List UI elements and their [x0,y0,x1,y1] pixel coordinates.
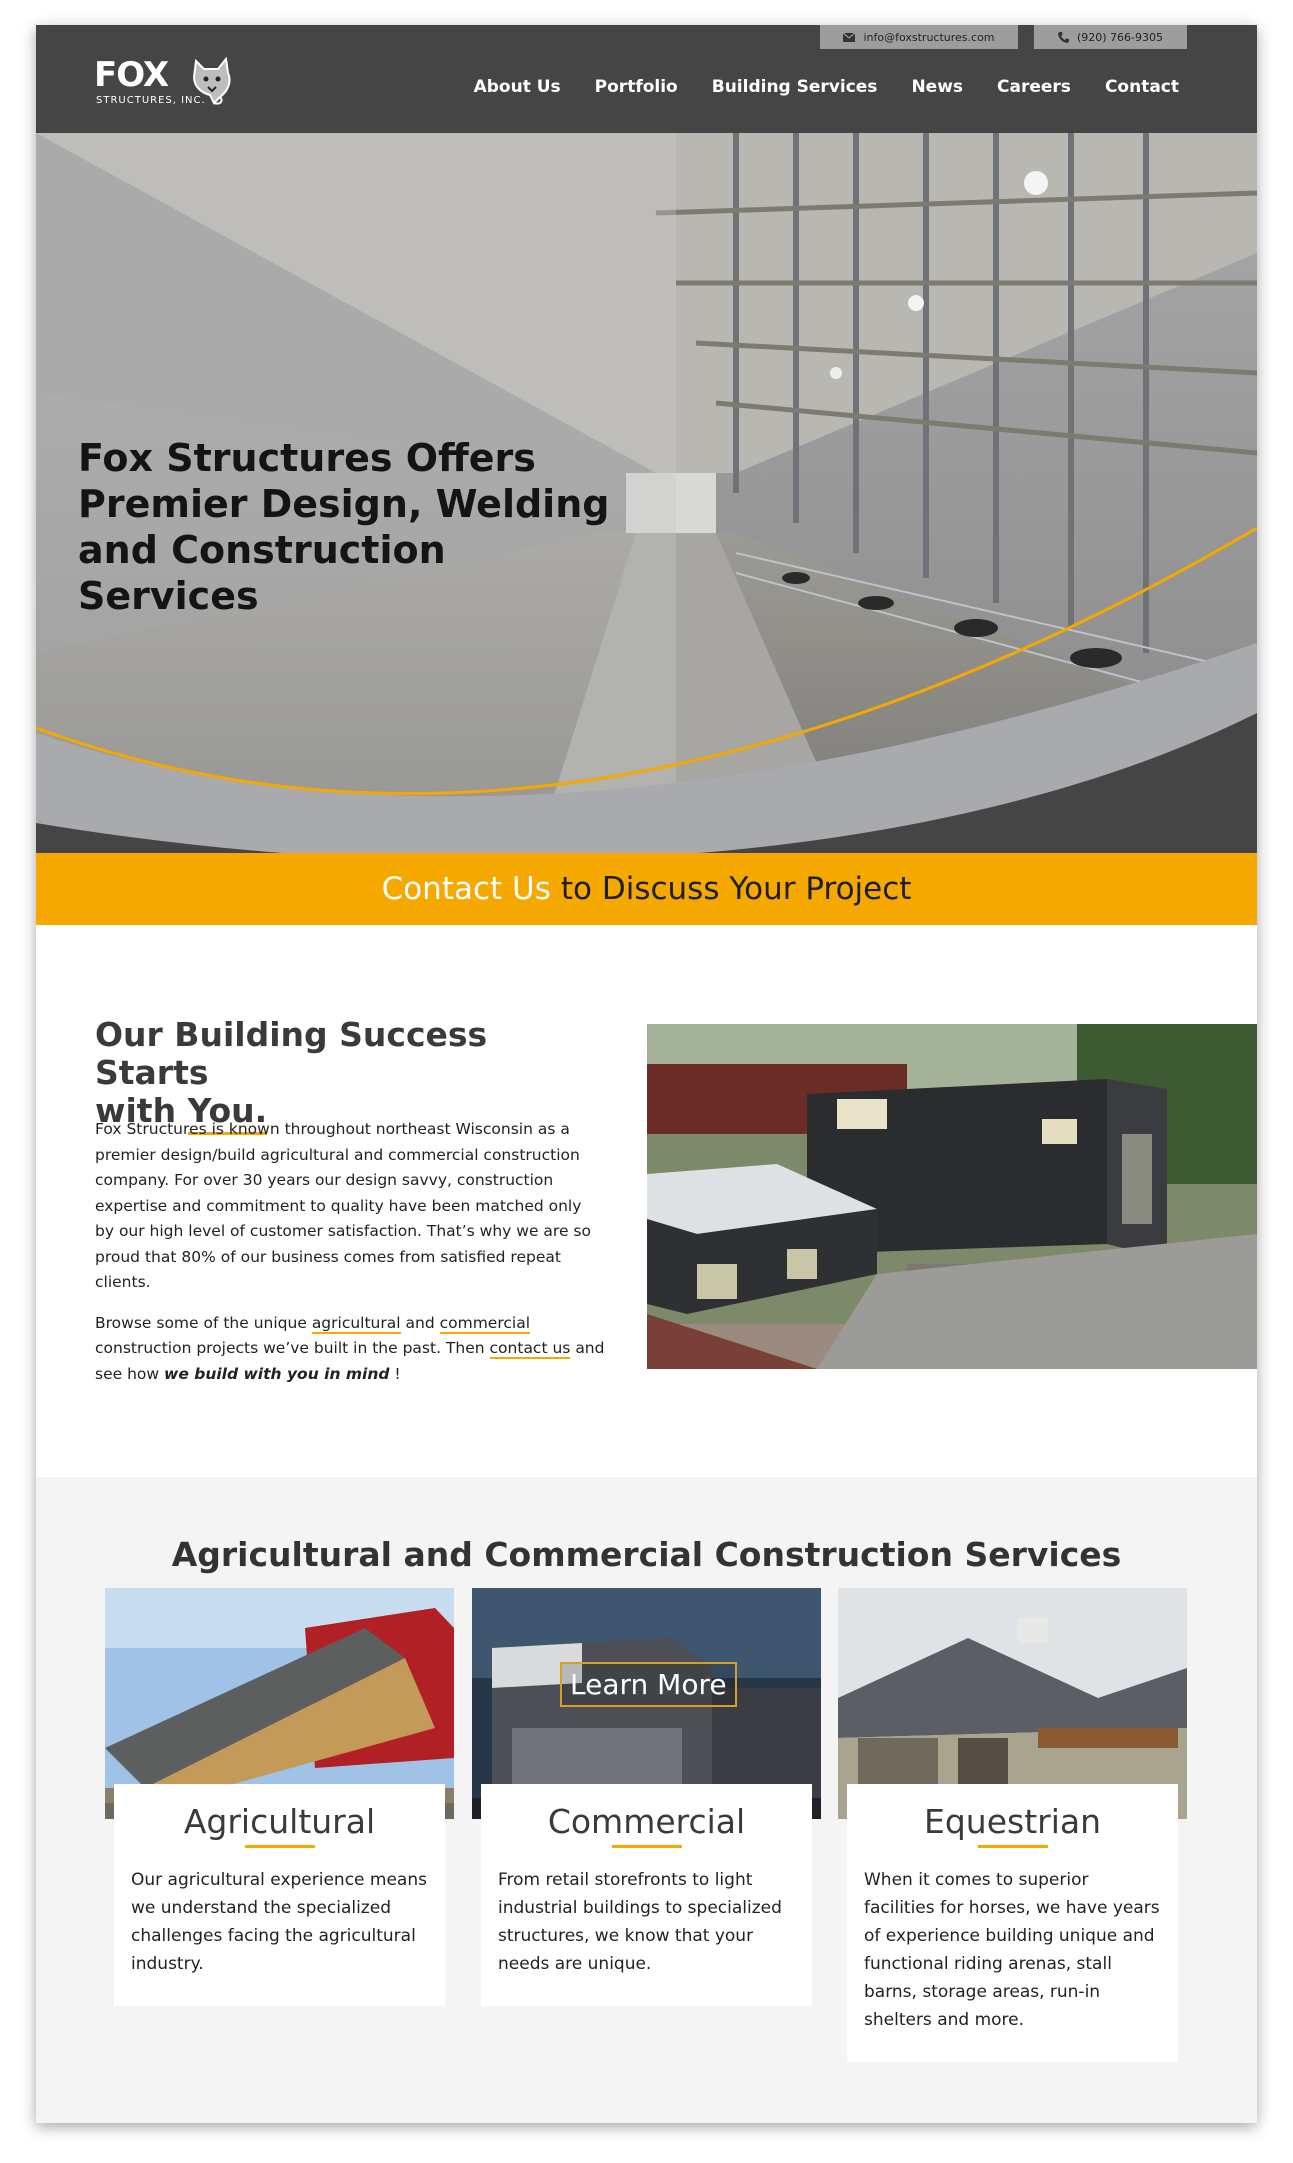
card-title-underline [977,1845,1048,1848]
nav-portfolio[interactable]: Portfolio [595,77,678,97]
nav-careers[interactable]: Careers [997,77,1071,97]
contact-cta-banner: Contact Us to Discuss Your Project [36,853,1257,925]
intro-building-image [647,1024,1257,1369]
agricultural-card-box: Agricultural Our agricultural experience… [114,1784,445,2006]
nav-contact[interactable]: Contact [1105,77,1179,97]
phone-text: (920) 766-9305 [1076,30,1164,44]
intro-paragraph-2: Browse some of the unique agricultural a… [95,1311,605,1388]
envelope-icon [843,32,856,42]
topbar-phone[interactable]: (920) 766-9305 [1034,25,1187,49]
phone-icon [1057,31,1069,43]
equestrian-card-box: Equestrian When it comes to superior fac… [847,1784,1178,2062]
hero-title: Fox Structures Offers Premier Design, We… [78,436,610,618]
commercial-link[interactable]: commercial [439,1313,531,1334]
card-text: From retail storefronts to light industr… [498,1870,782,1974]
card-title: Agricultural [183,1802,376,1841]
card-title: Commercial [547,1802,746,1841]
nav-building-services[interactable]: Building Services [712,77,878,97]
fox-head-icon [192,57,231,105]
card-text: When it comes to superior facilities for… [864,1870,1160,2030]
agricultural-link[interactable]: agricultural [311,1313,401,1334]
nav-about-us[interactable]: About Us [474,77,561,97]
nav-news[interactable]: News [911,77,963,97]
card-title: Equestrian [923,1802,1102,1841]
card-text: Our agricultural experience means we und… [131,1870,427,1974]
intro-text: Browse some of the unique [95,1313,307,1332]
intro-body: Fox Structures is known throughout north… [95,1117,605,1387]
commercial-card-box: Commercial From retail storefronts to li… [481,1784,812,2006]
building-photo [647,1024,1257,1369]
services-title: Agricultural and Commercial Construction… [171,1535,1122,1574]
intro-paragraph-1: Fox Structures is known throughout north… [95,1120,591,1291]
logo-wordmark: FOX [94,55,169,95]
email-text: info@foxstructures.com [863,30,995,44]
main-nav: About Us Portfolio Building Services New… [474,77,1179,97]
hero-banner: Fox Structures Offers Premier Design, We… [36,133,1257,853]
contact-us-link[interactable]: Contact Us [382,871,551,907]
contact-us-inline-link[interactable]: contact us [489,1339,571,1359]
learn-more-button[interactable]: Learn More [560,1662,737,1707]
site-header: info@foxstructures.com (920) 766-9305 FO… [36,25,1257,133]
intro-text: construction projects we’ve built in the… [95,1339,485,1357]
card-title-underline [611,1845,682,1848]
intro-text: and [405,1313,435,1332]
intro-emphasis: we build with you in mind [164,1364,390,1383]
intro-title-line1: Our Building Success Starts [95,1015,488,1092]
site-logo[interactable]: FOX STRUCTURES, INC. [94,55,234,115]
intro-text: ! [394,1364,401,1383]
page-frame: info@foxstructures.com (920) 766-9305 FO… [36,25,1257,2123]
card-title-underline [244,1845,315,1848]
topbar-email[interactable]: info@foxstructures.com [820,25,1018,49]
cta-text: to Discuss Your Project [560,871,912,907]
